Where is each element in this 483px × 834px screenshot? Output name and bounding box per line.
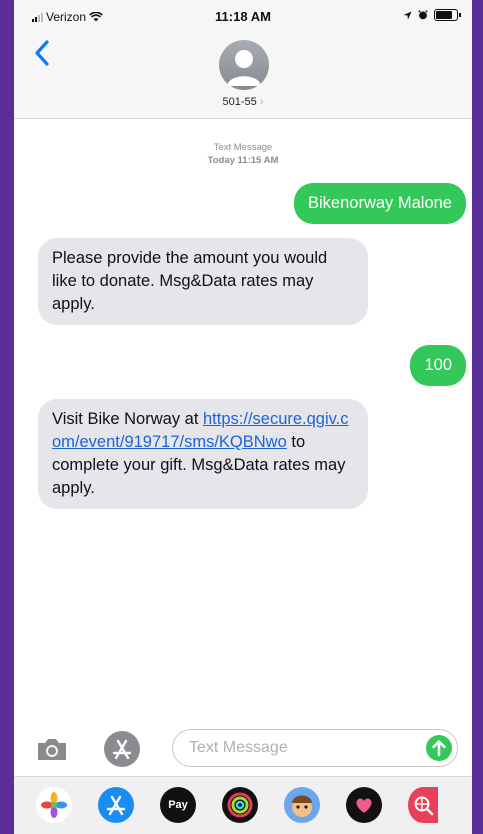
message-text: Please provide the amount you would like…: [52, 249, 328, 313]
phone-screen: Verizon 11:18 AM 501-55 › Text Message T…: [14, 0, 472, 834]
app-store-drawer-button[interactable]: [104, 731, 140, 767]
memoji-button[interactable]: [284, 787, 320, 823]
thread-timestamp: Today 11:15 AM: [207, 155, 279, 166]
arrow-up-icon: [432, 740, 446, 757]
app-store-icon: [112, 739, 132, 760]
app-store-button[interactable]: [98, 787, 134, 823]
back-chevron-icon[interactable]: [32, 38, 54, 68]
contact-avatar[interactable]: [219, 40, 269, 90]
message-text: Bikenorway Malone: [308, 194, 452, 212]
message-bubble-sent[interactable]: 100: [410, 345, 466, 386]
heart-icon: [356, 798, 372, 813]
chevron-right-icon: ›: [259, 96, 264, 108]
conversation-header: Verizon 11:18 AM 501-55 ›: [14, 0, 472, 119]
status-icons: [403, 9, 461, 21]
thread-label: Text Message: [213, 142, 273, 153]
web-search-button[interactable]: [408, 787, 438, 823]
imessage-app-drawer: Pay: [14, 776, 472, 834]
activity-button[interactable]: [222, 787, 258, 823]
activity-rings-icon: [227, 792, 253, 818]
message-text: Visit Bike Norway at: [52, 410, 203, 428]
location-icon: [403, 10, 412, 20]
contact-number: 501-55: [222, 96, 257, 108]
app-store-icon: [106, 795, 126, 816]
camera-icon[interactable]: [36, 737, 68, 761]
message-bubble-sent[interactable]: Bikenorway Malone: [294, 183, 466, 224]
thread-meta: Text Message Today 11:15 AM: [14, 141, 472, 167]
digital-touch-button[interactable]: [346, 787, 382, 823]
globe-search-icon: [414, 796, 434, 816]
send-button[interactable]: [426, 735, 452, 761]
alarm-icon: [418, 10, 428, 20]
memoji-icon: [284, 787, 320, 823]
apple-pay-label: Pay: [168, 799, 188, 811]
apple-pay-button[interactable]: Pay: [160, 787, 196, 823]
battery-icon: [434, 9, 461, 21]
photos-icon: [41, 792, 67, 818]
contact-name[interactable]: 501-55 ›: [14, 96, 472, 108]
photos-app-button[interactable]: [36, 787, 72, 823]
message-bubble-received[interactable]: Visit Bike Norway at https://secure.qgiv…: [38, 399, 368, 509]
person-icon: [227, 50, 261, 86]
status-bar: Verizon 11:18 AM: [14, 0, 472, 32]
message-bubble-received[interactable]: Please provide the amount you would like…: [38, 238, 368, 325]
message-composer: [14, 725, 472, 771]
message-text: 100: [424, 356, 452, 374]
message-input[interactable]: [172, 729, 458, 767]
